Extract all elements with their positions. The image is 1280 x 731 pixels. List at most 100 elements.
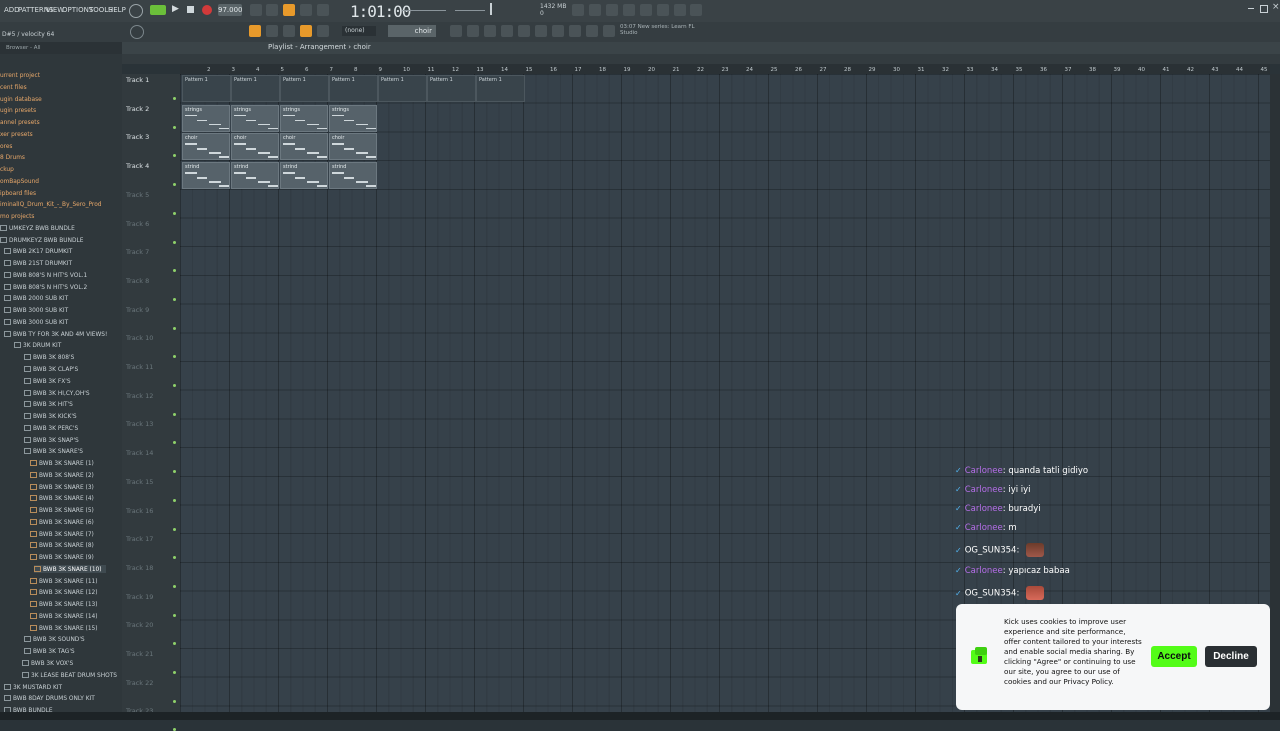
- play-icon[interactable]: ▶: [172, 4, 179, 14]
- track-name[interactable]: Track 10: [126, 334, 153, 342]
- browser-folder[interactable]: BWB 3K PERC'S: [24, 424, 78, 432]
- audio-clip[interactable]: choir: [182, 133, 230, 161]
- chat-username[interactable]: Carlonee: [965, 466, 1003, 476]
- brush-icon[interactable]: [266, 25, 278, 37]
- track-name[interactable]: Track 21: [126, 650, 153, 658]
- browser-folder[interactable]: BWB 3K 808'S: [24, 353, 74, 361]
- browser-folder[interactable]: BWB TY FOR 3K AND 4M VIEWS!: [4, 330, 107, 338]
- browser-category[interactable]: annel presets: [0, 118, 40, 126]
- pattern-clip[interactable]: Pattern 1: [378, 75, 427, 102]
- track-mute-led[interactable]: [173, 412, 176, 416]
- browser-category[interactable]: ckup: [0, 165, 14, 173]
- accept-button[interactable]: Accept: [1151, 646, 1197, 667]
- track-name[interactable]: Track 17: [126, 535, 153, 543]
- stamp-icon[interactable]: [317, 25, 329, 37]
- track-name[interactable]: Track 1: [126, 76, 149, 84]
- browser-category[interactable]: cent files: [0, 83, 27, 91]
- piano-roll-icon[interactable]: [450, 25, 462, 37]
- track-name[interactable]: Track 22: [126, 679, 153, 687]
- audio-clip[interactable]: choir: [231, 133, 279, 161]
- browser-folder[interactable]: DRUMKEYZ BWB BUNDLE: [0, 236, 83, 244]
- browser-file[interactable]: BWB 3K SNARE (15): [30, 624, 98, 632]
- browser-file[interactable]: BWB 3K SNARE (13): [30, 600, 98, 608]
- audio-clip[interactable]: strings: [182, 104, 230, 132]
- audio-clip[interactable]: choir: [329, 133, 377, 161]
- tools-icon[interactable]: [586, 25, 598, 37]
- browser-folder[interactable]: BWB 808'S N HIT'S VOL.1: [4, 271, 87, 279]
- pattern-song-toggle[interactable]: [150, 5, 166, 15]
- browser-folder[interactable]: BWB 3K KICK'S: [24, 412, 77, 420]
- track-name[interactable]: Track 3: [126, 133, 149, 141]
- audio-clip[interactable]: strings: [329, 104, 377, 132]
- browser-folder[interactable]: BWB 3K SNARE'S: [24, 447, 83, 455]
- maximize-icon[interactable]: [1260, 5, 1268, 13]
- browser-file[interactable]: BWB 3K SNARE (7): [30, 530, 94, 538]
- browser-folder[interactable]: BWB 2000 SUB KIT: [4, 294, 68, 302]
- track-name[interactable]: Track 9: [126, 306, 149, 314]
- track-name[interactable]: Track 7: [126, 248, 149, 256]
- audio-clip[interactable]: choir: [280, 133, 328, 161]
- master-pitch-slider[interactable]: [455, 10, 485, 11]
- master-volume-slider[interactable]: [402, 10, 446, 11]
- countdown-icon[interactable]: [283, 4, 295, 16]
- channel-selector[interactable]: choir: [388, 25, 436, 37]
- touch-controller-icon[interactable]: [569, 25, 581, 37]
- channel-rack-icon[interactable]: [467, 25, 479, 37]
- track-name[interactable]: Track 15: [126, 478, 153, 486]
- browser-folder[interactable]: BWB 3K CLAP'S: [24, 365, 78, 373]
- track-mute-led[interactable]: [173, 671, 176, 674]
- browser-category[interactable]: mo projects: [0, 212, 34, 220]
- download-icon[interactable]: [690, 4, 702, 16]
- browser-file[interactable]: BWB 3K SNARE (12): [30, 588, 98, 596]
- track-name[interactable]: Track 16: [126, 507, 153, 515]
- track-name[interactable]: Track 14: [126, 449, 153, 457]
- track-mute-led[interactable]: [173, 125, 176, 129]
- browser-folder[interactable]: BWB 3K FX'S: [24, 377, 71, 385]
- chat-username[interactable]: Carlonee: [965, 523, 1003, 533]
- mixer-icon[interactable]: [657, 4, 669, 16]
- close-icon[interactable]: ×: [1272, 2, 1280, 12]
- browser-folder[interactable]: BWB 21ST DRUMKIT: [4, 259, 72, 267]
- browser-category[interactable]: ores: [0, 142, 12, 150]
- audio-clip[interactable]: strings: [231, 104, 279, 132]
- browser-category[interactable]: ugin presets: [0, 106, 36, 114]
- record-icon[interactable]: [202, 5, 212, 15]
- browser-category[interactable]: 8 Drums: [0, 153, 25, 161]
- chat-username[interactable]: Carlonee: [965, 566, 1003, 576]
- project-icon[interactable]: [535, 25, 547, 37]
- chat-username[interactable]: OG_SUN354: [965, 589, 1017, 599]
- browser-folder[interactable]: BWB 3000 SUB KIT: [4, 318, 68, 326]
- browser-category[interactable]: iminalIQ_Drum_Kit_-_By_Sero_Prod: [0, 200, 101, 208]
- browser-category[interactable]: urrent project: [0, 71, 40, 79]
- browser-category[interactable]: xer presets: [0, 130, 33, 138]
- track-name[interactable]: Track 18: [126, 564, 153, 572]
- browser-window-icon[interactable]: [501, 25, 513, 37]
- track-name[interactable]: Track 5: [126, 191, 149, 199]
- browser-file[interactable]: BWB 3K SNARE (9): [30, 553, 94, 561]
- browser-file[interactable]: BWB 3K SNARE (3): [30, 483, 94, 491]
- browser-folder[interactable]: BWB 3K TAG'S: [24, 647, 75, 655]
- browser-file[interactable]: BWB 3K SNARE (14): [30, 612, 98, 620]
- track-mute-led[interactable]: [173, 527, 176, 531]
- track-mute-led[interactable]: [173, 384, 176, 387]
- browser-file[interactable]: BWB 3K SNARE (11): [30, 577, 98, 585]
- browser-file[interactable]: BWB 3K SNARE (8): [30, 541, 94, 549]
- plugin-picker-icon[interactable]: [518, 25, 530, 37]
- wait-input-icon[interactable]: [266, 4, 278, 16]
- chat-icon[interactable]: [674, 4, 686, 16]
- decline-button[interactable]: Decline: [1205, 646, 1257, 667]
- browser-file[interactable]: BWB 3K SNARE (10): [34, 564, 106, 573]
- browser-folder[interactable]: BWB 3K HI,CY,OH'S: [24, 389, 90, 397]
- chat-username[interactable]: Carlonee: [965, 504, 1003, 514]
- help-icon[interactable]: [623, 4, 635, 16]
- undo-icon[interactable]: [572, 4, 584, 16]
- audio-clip[interactable]: strind: [280, 162, 328, 190]
- browser-folder[interactable]: BWB 3K VOX'S: [22, 659, 73, 667]
- track-mute-led[interactable]: [173, 326, 176, 330]
- pan-knob-icon[interactable]: [130, 25, 144, 39]
- browser-file[interactable]: BWB 3K SNARE (1): [30, 459, 94, 467]
- track-name[interactable]: Track 20: [126, 621, 153, 629]
- browser-folder[interactable]: BWB 3K SOUND'S: [24, 635, 85, 643]
- browser-folder[interactable]: BWB 3K HIT'S: [24, 400, 73, 408]
- browser-file[interactable]: BWB 3K SNARE (2): [30, 471, 94, 479]
